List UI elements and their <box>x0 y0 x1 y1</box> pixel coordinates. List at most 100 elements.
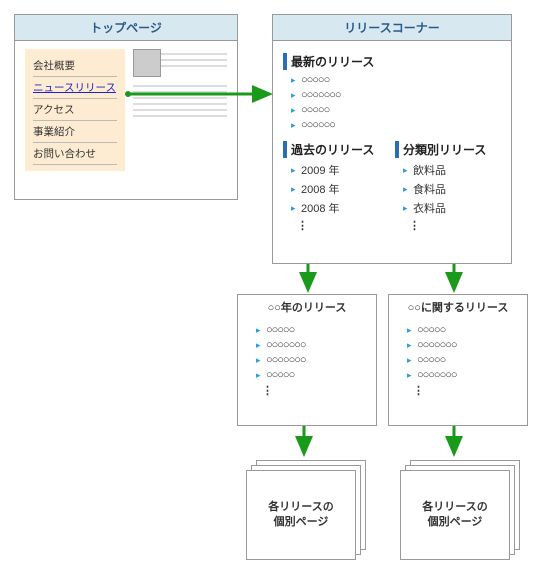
item-label: ○○○○○○○ <box>417 339 457 351</box>
list-item[interactable]: ▸ ○○○○○ <box>407 324 517 336</box>
item-label: ○○○○○○○ <box>266 339 306 351</box>
nav-item-company[interactable]: 会社概要 <box>33 55 117 77</box>
panel-title-release: リリースコーナー <box>273 15 511 41</box>
nav-label: 会社概要 <box>33 60 75 72</box>
top-page-body: 会社概要 ニュースリリース アクセス 事業紹介 お問い合わせ <box>15 41 237 179</box>
list-item[interactable]: ▸ 2008 年 <box>291 181 389 197</box>
panel-top-page: トップページ 会社概要 ニュースリリース アクセス 事業紹介 お問い合わせ <box>14 14 238 200</box>
nav-item-contact[interactable]: お問い合わせ <box>33 143 117 165</box>
nav-label: アクセス <box>33 104 74 116</box>
list-item[interactable]: ▸衣料品 <box>403 200 501 216</box>
list-item[interactable]: ▸ ○○○○○○○ <box>407 339 517 351</box>
heading-past: 過去のリリース <box>283 141 389 158</box>
text-line-placeholder <box>133 115 227 117</box>
panel-title-top: トップページ <box>15 15 237 41</box>
bullet-icon: ▸ <box>256 357 262 363</box>
content-placeholder <box>133 49 227 171</box>
panel-release-corner: リリースコーナー 最新のリリース ▸ ○○○○○ ▸ ○○○○○○○ ▸ ○○○○○ … <box>272 14 512 264</box>
item-label: ○○○○○ <box>266 369 294 381</box>
bullet-icon: ▸ <box>407 357 413 363</box>
item-label: ○○○○○○○ <box>417 369 457 381</box>
text-line-placeholder <box>133 97 227 99</box>
list-item[interactable]: ▸ ○○○○○○○ <box>291 89 501 101</box>
category-body: ▸ ○○○○○ ▸ ○○○○○○○ ▸ ○○○○○ ▸ ○○○○○○○ ⋮ <box>389 319 527 405</box>
col-category: 分類別リリース ▸ 飲料品 ▸ 食料品 ▸衣料品 ⋮ <box>395 137 501 232</box>
item-label: 2008 年 <box>301 181 340 197</box>
nav-label-active: ニュースリリース <box>33 82 116 94</box>
nav-item-business[interactable]: 事業紹介 <box>33 121 117 143</box>
bullet-icon: ▸ <box>256 372 262 378</box>
more-dots-icon: ⋮ <box>262 384 366 397</box>
year-body: ▸ ○○○○○ ▸ ○○○○○○○ ▸ ○○○○○○○ ▸ ○○○○○ ⋮ <box>238 319 376 405</box>
text-line-placeholder <box>133 103 227 105</box>
list-item[interactable]: ▸ 2009 年 <box>291 162 389 178</box>
bullet-icon: ▸ <box>407 372 413 378</box>
nav-item-news-release[interactable]: ニュースリリース <box>33 77 117 99</box>
nav-item-access[interactable]: アクセス <box>33 99 117 121</box>
bullet-icon: ▸ <box>407 342 413 348</box>
sitemap-diagram: トップページ 会社概要 ニュースリリース アクセス 事業紹介 お問い合わせ <box>0 0 542 580</box>
stack-label-line2: 個別ページ <box>274 516 329 528</box>
stack-label: 各リリースの 個別ページ <box>400 500 510 531</box>
bullet-icon: ▸ <box>403 186 409 192</box>
list-item[interactable]: ▸ 飲料品 <box>403 162 501 178</box>
list-item[interactable]: ▸ ○○○○○○ <box>291 119 501 131</box>
item-label: ○○○○○○○ <box>266 354 306 366</box>
heading-latest: 最新のリリース <box>283 53 501 70</box>
item-label: ○○○○○ <box>417 324 445 336</box>
nav-label: 事業紹介 <box>33 126 75 138</box>
item-label: 衣料品 <box>413 200 446 216</box>
list-item[interactable]: ▸ ○○○○○○○ <box>256 354 366 366</box>
stack-label-line2: 個別ページ <box>428 516 483 528</box>
sidebar-nav: 会社概要 ニュースリリース アクセス 事業紹介 お問い合わせ <box>25 49 125 171</box>
stack-label-line1: 各リリースの <box>268 501 333 513</box>
item-label: ○○○○○ <box>301 104 329 116</box>
bullet-icon: ▸ <box>291 122 297 128</box>
stack-label-line1: 各リリースの <box>422 501 487 513</box>
panel-title-category: ○○に関するリリース <box>389 295 527 319</box>
item-label: 2008 年 <box>301 200 340 216</box>
text-line-placeholder <box>133 91 227 93</box>
list-item[interactable]: ▸ ○○○○○ <box>256 369 366 381</box>
list-item[interactable]: ▸ ○○○○○ <box>407 354 517 366</box>
heading-category: 分類別リリース <box>395 141 501 158</box>
item-label: 2009 年 <box>301 162 340 178</box>
text-line-placeholder <box>133 109 227 111</box>
more-dots-icon: ⋮ <box>413 384 517 397</box>
item-label: ○○○○○○○ <box>301 89 341 101</box>
bullet-icon: ▸ <box>291 92 297 98</box>
text-line-placeholder <box>133 85 227 87</box>
nav-label: お問い合わせ <box>33 148 96 160</box>
more-dots-icon: ⋮ <box>297 219 389 232</box>
bullet-icon: ▸ <box>407 327 413 333</box>
item-label: 食料品 <box>413 181 446 197</box>
bullet-icon: ▸ <box>291 107 297 113</box>
stack-label: 各リリースの 個別ページ <box>246 500 356 531</box>
release-body: 最新のリリース ▸ ○○○○○ ▸ ○○○○○○○ ▸ ○○○○○ ▸ ○○○○○○ 過… <box>273 41 511 240</box>
list-item[interactable]: ▸ ○○○○○ <box>291 74 501 86</box>
list-item[interactable]: ▸ 食料品 <box>403 181 501 197</box>
panel-category-release: ○○に関するリリース ▸ ○○○○○ ▸ ○○○○○○○ ▸ ○○○○○ ▸ ○○○○○… <box>388 294 528 426</box>
item-label: ○○○○○○ <box>301 119 335 131</box>
col-past: 過去のリリース ▸ 2009 年 ▸ 2008 年 ▸ 2008 年 ⋮ <box>283 137 389 232</box>
list-item[interactable]: ▸ ○○○○○○○ <box>256 339 366 351</box>
panel-year-release: ○○年のリリース ▸ ○○○○○ ▸ ○○○○○○○ ▸ ○○○○○○○ ▸ ○○○○○… <box>237 294 377 426</box>
bullet-icon: ▸ <box>291 205 297 211</box>
list-item[interactable]: ▸ ○○○○○○○ <box>407 369 517 381</box>
list-item[interactable]: ▸ ○○○○○ <box>291 104 501 116</box>
bullet-icon: ▸ <box>256 342 262 348</box>
item-label: ○○○○○ <box>417 354 445 366</box>
bullet-icon: ▸ <box>403 167 409 173</box>
bullet-icon: ▸ <box>291 77 297 83</box>
image-placeholder-icon <box>133 49 161 77</box>
bullet-icon: ▸ <box>291 186 297 192</box>
item-label: ○○○○○ <box>266 324 294 336</box>
bullet-icon: ▸ <box>291 167 297 173</box>
bullet-icon: ▸ <box>256 327 262 333</box>
more-dots-icon: ⋮ <box>409 219 501 232</box>
list-item[interactable]: ▸ ○○○○○ <box>256 324 366 336</box>
panel-title-year: ○○年のリリース <box>238 295 376 319</box>
item-label: 飲料品 <box>413 162 446 178</box>
item-label: ○○○○○ <box>301 74 329 86</box>
list-item[interactable]: ▸ 2008 年 <box>291 200 389 216</box>
